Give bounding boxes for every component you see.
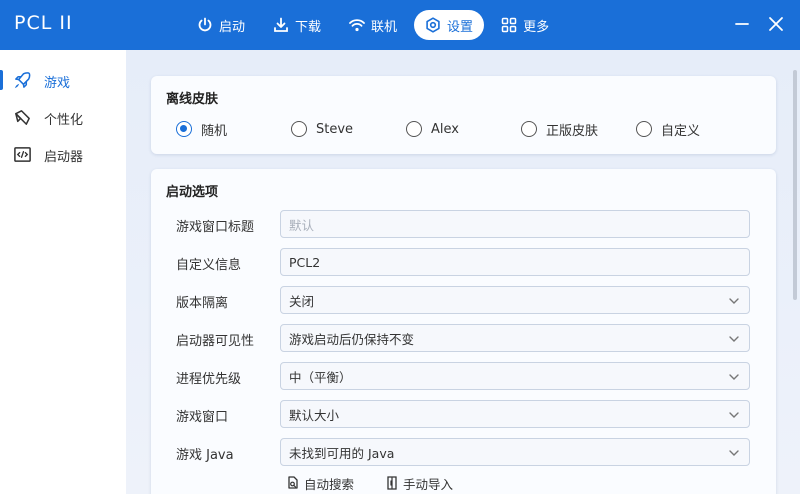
radio-label: Steve xyxy=(316,121,354,137)
game-java-label: 游戏 Java xyxy=(176,448,234,463)
close-icon[interactable] xyxy=(766,14,786,34)
custom-info-input[interactable]: PCL2 xyxy=(280,248,750,276)
select-value: 中（平衡） xyxy=(289,369,352,385)
sidebar-item-launcher[interactable]: 启动器 xyxy=(0,138,126,170)
sidebar-item-label: 个性化 xyxy=(44,113,84,128)
sidebar-item-game[interactable]: 游戏 xyxy=(0,64,126,96)
custom-info-label: 自定义信息 xyxy=(176,258,242,273)
nav-settings-label: 设置 xyxy=(447,19,474,35)
title-bar: PCL II 启动 下载 联机 设置 更多 xyxy=(0,0,800,50)
game-window-select[interactable]: 默认大小 xyxy=(280,400,750,428)
radio-indicator xyxy=(636,121,652,137)
launcher-visibility-select[interactable]: 游戏启动后仍保持不变 xyxy=(280,324,750,352)
chevron-down-icon xyxy=(729,374,739,380)
card-title: 启动选项 xyxy=(166,185,219,200)
chevron-down-icon xyxy=(729,450,739,456)
radio-label: Alex xyxy=(431,121,459,137)
nav-settings[interactable]: 设置 xyxy=(414,10,485,40)
select-value: 未找到可用的 Java xyxy=(289,445,395,461)
top-nav: 启动 下载 联机 设置 更多 xyxy=(186,10,560,40)
select-value: 关闭 xyxy=(289,293,315,309)
manual-import-button[interactable]: 手动导入 xyxy=(385,474,453,492)
nav-more[interactable]: 更多 xyxy=(490,10,560,40)
radio-official-skin[interactable]: 正版皮肤 xyxy=(521,120,599,139)
chevron-down-icon xyxy=(729,412,739,418)
radio-alex[interactable]: Alex xyxy=(406,120,459,138)
card-title: 离线皮肤 xyxy=(166,92,219,107)
nav-more-label: 更多 xyxy=(523,19,550,35)
radio-indicator xyxy=(176,121,192,137)
radio-label: 正版皮肤 xyxy=(546,123,599,139)
window-title-input[interactable]: 默认 xyxy=(280,210,750,238)
nav-launch[interactable]: 启动 xyxy=(186,10,256,40)
download-icon xyxy=(274,17,288,32)
gear-icon xyxy=(426,17,440,33)
wifi-icon xyxy=(349,19,365,32)
rocket-icon xyxy=(14,72,31,89)
sidebar-item-label: 游戏 xyxy=(44,76,71,91)
offline-skin-card: 离线皮肤 随机 Steve Alex 正版皮肤 自定义 xyxy=(151,76,776,154)
radio-indicator xyxy=(406,121,422,137)
process-priority-select[interactable]: 中（平衡） xyxy=(280,362,750,390)
radio-label: 随机 xyxy=(201,123,228,139)
import-icon xyxy=(387,476,397,490)
nav-launch-label: 启动 xyxy=(219,19,246,35)
power-icon xyxy=(198,17,212,32)
sidebar-item-personalize[interactable]: 个性化 xyxy=(0,101,126,133)
game-window-label: 游戏窗口 xyxy=(176,410,229,425)
version-isolation-select[interactable]: 关闭 xyxy=(280,286,750,314)
radio-custom[interactable]: 自定义 xyxy=(636,120,701,139)
process-priority-label: 进程优先级 xyxy=(176,372,242,387)
auto-search-label: 自动搜索 xyxy=(304,476,355,492)
chevron-down-icon xyxy=(729,298,739,304)
radio-steve[interactable]: Steve xyxy=(291,120,353,138)
scrollbar[interactable] xyxy=(793,70,797,300)
auto-search-button[interactable]: 自动搜索 xyxy=(286,474,354,492)
radio-random[interactable]: 随机 xyxy=(176,120,228,139)
active-marker xyxy=(0,70,3,90)
chevron-down-icon xyxy=(729,336,739,342)
version-isolation-label: 版本隔离 xyxy=(176,296,229,311)
radio-indicator xyxy=(291,121,307,137)
select-value: 默认大小 xyxy=(289,407,340,423)
search-file-icon xyxy=(288,476,298,489)
select-value: 游戏启动后仍保持不变 xyxy=(289,331,415,347)
sidebar-item-label: 启动器 xyxy=(44,150,84,165)
launch-options-card: 启动选项 游戏窗口标题 默认 自定义信息 PCL2 版本隔离 关闭 启动器可见性… xyxy=(151,169,776,494)
brush-icon xyxy=(15,110,30,125)
nav-download[interactable]: 下载 xyxy=(262,10,332,40)
window-title-label: 游戏窗口标题 xyxy=(176,220,255,235)
nav-multiplayer-label: 联机 xyxy=(371,19,398,35)
radio-indicator xyxy=(521,121,537,137)
app-title: PCL II xyxy=(14,12,73,34)
code-window-icon xyxy=(14,147,31,162)
game-java-select[interactable]: 未找到可用的 Java xyxy=(280,438,750,466)
sidebar: 游戏 个性化 启动器 xyxy=(0,50,126,494)
radio-label: 自定义 xyxy=(661,123,701,139)
minimize-icon[interactable] xyxy=(732,14,752,34)
nav-multiplayer[interactable]: 联机 xyxy=(338,10,408,40)
grid-icon xyxy=(501,17,517,33)
launcher-visibility-label: 启动器可见性 xyxy=(176,334,255,349)
manual-import-label: 手动导入 xyxy=(403,476,454,492)
nav-download-label: 下载 xyxy=(295,19,322,35)
